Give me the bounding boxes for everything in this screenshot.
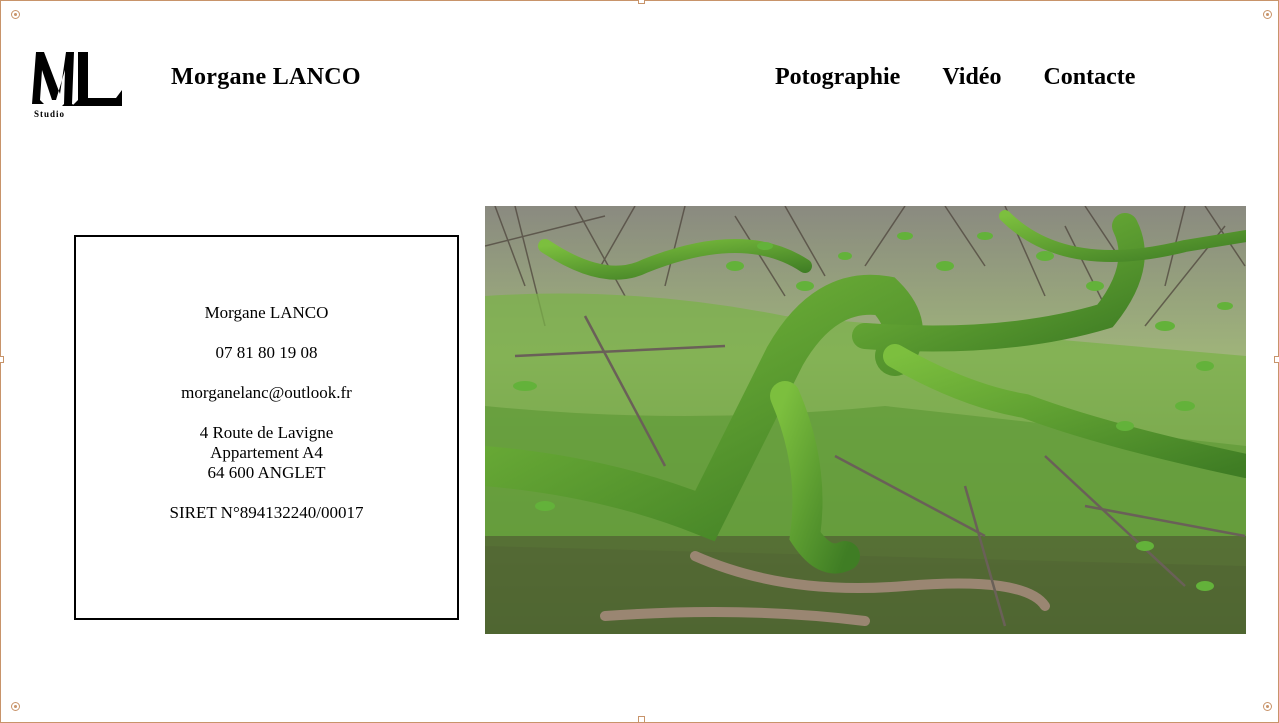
corner-handle-top-right[interactable]	[1263, 10, 1272, 19]
resize-handle-right[interactable]	[1274, 356, 1279, 363]
siret-number: SIRET N°894132240/00017	[169, 503, 364, 522]
corner-handle-bottom-right[interactable]	[1263, 702, 1272, 711]
nav-item-contacte[interactable]: Contacte	[1043, 64, 1135, 91]
address-line-2: Appartement A4	[210, 443, 323, 462]
corner-handle-top-left[interactable]	[11, 10, 20, 19]
site-title[interactable]: Morgane LANCO	[171, 64, 361, 91]
contact-card: Morgane LANCO 07 81 80 19 08 morganelanc…	[74, 235, 459, 620]
contact-name: Morgane LANCO	[204, 303, 329, 322]
contact-phone[interactable]: 07 81 80 19 08	[76, 343, 457, 363]
address-line-3: 64 600 ANGLET	[207, 463, 326, 482]
address-line-1: 4 Route de Lavigne	[199, 423, 334, 442]
resize-handle-bottom[interactable]	[638, 716, 645, 723]
resize-handle-top[interactable]	[638, 0, 645, 4]
nav-item-video[interactable]: Vidéo	[942, 64, 1001, 91]
main-nav: Potographie Vidéo Contacte	[775, 64, 1177, 91]
corner-handle-bottom-left[interactable]	[11, 702, 20, 711]
logo-subtitle: Studio	[34, 109, 66, 119]
nav-item-photographie[interactable]: Potographie	[775, 64, 900, 91]
resize-handle-left[interactable]	[0, 356, 4, 363]
contact-email[interactable]: morganelanc@outlook.fr	[76, 383, 457, 403]
mossy-tree-photo	[485, 206, 1246, 634]
